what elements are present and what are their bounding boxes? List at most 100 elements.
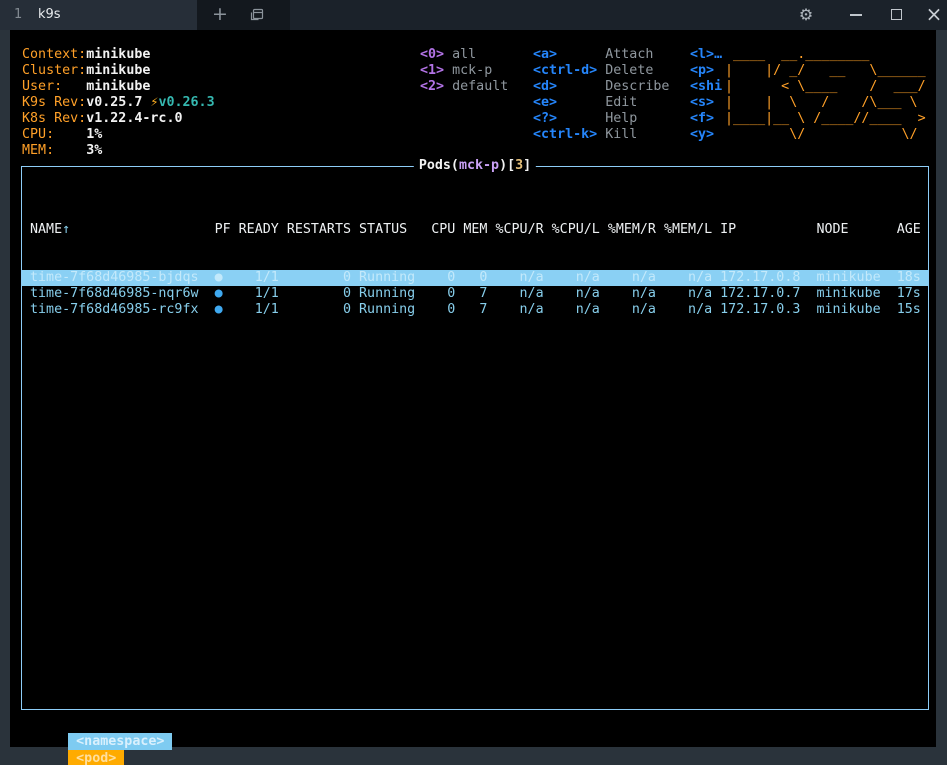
cell: n/a: [663, 286, 721, 301]
cell: 1/1: [238, 286, 287, 301]
cell: time-7f68d46985-rc9fx: [30, 302, 215, 317]
info-label: CPU:: [22, 127, 87, 142]
table-body: time-7f68d46985-bjdqs ● 1/1 0 Running 0 …: [22, 270, 928, 318]
cell: 172.17.0.3: [720, 302, 817, 317]
cell: n/a: [607, 270, 664, 285]
shortcut-label: Attach: [605, 47, 654, 62]
info-line: Cluster:minikube: [22, 63, 215, 79]
shortcut-label: default: [452, 79, 509, 94]
info-line: Context:minikube: [22, 47, 215, 63]
cell: minikube: [816, 270, 897, 285]
shortcut-line: <0> all: [420, 47, 508, 63]
shortcut-line: <e> Edit: [533, 95, 669, 111]
info-label: K9s Rev:: [22, 95, 87, 110]
info-label: K8s Rev:: [22, 111, 87, 126]
shortcut-key: <0>: [420, 47, 453, 62]
table-title: Pods(mck-p)[3]: [413, 158, 537, 174]
info-value: minikube: [86, 63, 151, 78]
info-line: MEM: 3%: [22, 143, 215, 159]
cluster-info: Context:minikube Cluster:minikube User: mi…: [22, 47, 215, 159]
shortcut-line: <s>: [690, 95, 722, 111]
info-label: User:: [22, 79, 87, 94]
shortcut-line: <a> Attach: [533, 47, 669, 63]
sort-arrow-icon: ↑: [62, 222, 71, 237]
cell: 0: [431, 286, 464, 301]
info-label: Context:: [22, 47, 87, 62]
header-cell: AGE: [896, 222, 929, 237]
info-line: User: minikube: [22, 79, 215, 95]
k9s-logo: ____ __.________ | |/ _/ __ \______ | < …: [725, 47, 926, 142]
shortcut-line: <l>…: [690, 47, 722, 63]
shortcut-label: all: [452, 47, 477, 62]
info-value: 3%: [86, 143, 103, 158]
cell: n/a: [551, 302, 608, 317]
action-shortcuts: <a> Attach <ctrl-d> Delete <d> Describe <e>…: [533, 47, 669, 143]
shortcut-key: <2>: [420, 79, 453, 94]
cell: n/a: [663, 270, 721, 285]
table-row[interactable]: time-7f68d46985-nqr6w ● 1/1 0 Running 0 …: [22, 286, 928, 302]
shortcut-key: <1>: [420, 63, 453, 78]
cell: 15s: [896, 302, 929, 317]
shortcut-key: <d>: [533, 79, 606, 94]
info-value: v1.22.4-rc.0: [86, 111, 183, 126]
cell: minikube: [816, 286, 897, 301]
pods-table: Pods(mck-p)[3] NAME↑ PF READY RESTARTS S…: [21, 158, 929, 710]
info-value: minikube: [86, 47, 151, 62]
shortcut-line: <f>: [690, 111, 722, 127]
shortcut-line: <d> Describe: [533, 79, 669, 95]
minimize-button[interactable]: [844, 0, 868, 30]
header-cell: READY: [238, 222, 287, 237]
header-cell: STATUS: [359, 222, 432, 237]
cell: 172.17.0.8: [720, 270, 817, 285]
new-tab-icon[interactable]: +: [207, 0, 233, 30]
maximize-button[interactable]: [884, 0, 908, 30]
terminal: Context:minikube Cluster:minikube User: mi…: [10, 30, 936, 765]
cell: 0: [286, 270, 360, 285]
table-row[interactable]: time-7f68d46985-bjdqs ● 1/1 0 Running 0 …: [22, 270, 928, 286]
table-title-namespace: mck-p: [458, 158, 500, 173]
info-line: K9s Rev:v0.25.7 ⚡v0.26.3: [22, 95, 215, 111]
table-title-prefix: Pods(: [418, 158, 459, 173]
info-value: 1%: [86, 127, 103, 142]
shortcut-label: Delete: [605, 63, 654, 78]
header-cell: IP: [720, 222, 817, 237]
cell: ●: [214, 286, 239, 301]
cell: 7: [463, 286, 496, 301]
shortcut-key: <f>: [690, 111, 715, 126]
cell: 0: [286, 302, 360, 317]
close-button[interactable]: ×: [922, 0, 946, 30]
shortcut-line: <shi: [690, 79, 722, 95]
crumb-namespace: <namespace>: [68, 733, 173, 750]
cell: 18s: [896, 270, 929, 285]
header-cell: RESTARTS: [286, 222, 360, 237]
cell: n/a: [607, 286, 664, 301]
shortcut-label: mck-p: [452, 63, 493, 78]
namespace-shortcuts: <0> all <1> mck-p <2> default: [420, 47, 508, 95]
cell: Running: [359, 270, 432, 285]
header-cell: %CPU/L: [551, 222, 608, 237]
shortcut-key: <shi: [690, 79, 723, 94]
table-row[interactable]: time-7f68d46985-rc9fx ● 1/1 0 Running 0 …: [22, 302, 928, 318]
tab-k9s[interactable]: 1 k9s: [0, 0, 197, 30]
cell: n/a: [551, 270, 608, 285]
cell: 0: [286, 286, 360, 301]
header-cell: %CPU/R: [495, 222, 552, 237]
header-cell: MEM: [463, 222, 496, 237]
cell: Running: [359, 286, 432, 301]
cell: n/a: [551, 286, 608, 301]
cell: 0: [431, 270, 464, 285]
cell: time-7f68d46985-nqr6w: [30, 286, 215, 301]
cell: 1/1: [238, 302, 287, 317]
shortcut-key: <ctrl-d>: [533, 63, 606, 78]
duplicate-tab-icon[interactable]: [248, 7, 264, 23]
cell: n/a: [607, 302, 664, 317]
cell: 0: [463, 270, 496, 285]
cell: 0: [431, 302, 464, 317]
shortcut-line: <2> default: [420, 79, 508, 95]
settings-gear-icon[interactable]: ⚙: [794, 0, 818, 30]
titlebar: 1 k9s + ⚙ ×: [0, 0, 947, 30]
shortcut-line: <?> Help: [533, 111, 669, 127]
cell: n/a: [663, 302, 721, 317]
shortcut-label: Kill: [605, 127, 638, 142]
cell: ●: [214, 270, 239, 285]
